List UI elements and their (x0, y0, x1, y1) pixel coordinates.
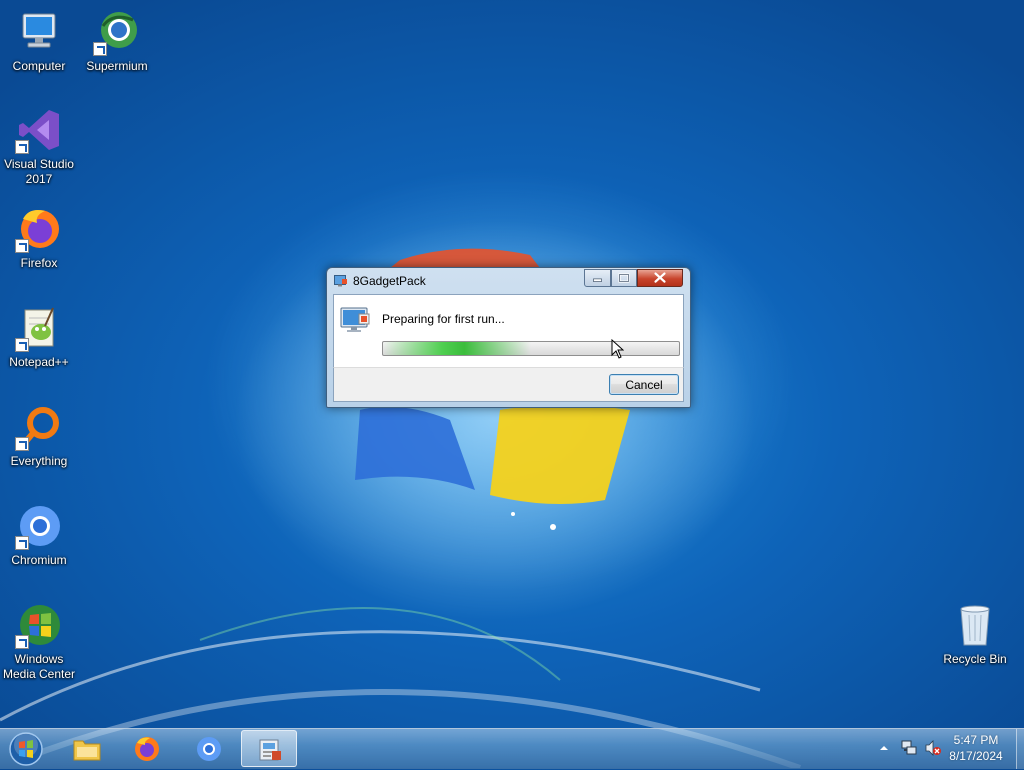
installer-monitor-icon (340, 307, 370, 332)
shortcut-arrow-icon (93, 42, 107, 56)
desktop-icon-label: Computer (12, 59, 66, 73)
maximize-button[interactable] (611, 269, 637, 287)
taskbar-file-explorer[interactable] (59, 730, 115, 767)
taskbar-8gadgetpack[interactable] (241, 730, 297, 767)
firefox-icon (15, 205, 63, 253)
desktop-icon-everything[interactable]: Everything (1, 403, 77, 469)
desktop-icon-label: Windows Media Center (2, 652, 76, 681)
windows-media-center-icon (15, 601, 63, 649)
chromium-icon (197, 737, 221, 761)
desktop-icon-label: Visual Studio 2017 (4, 157, 74, 186)
shortcut-arrow-icon (15, 140, 29, 154)
desktop-icon-computer[interactable]: Computer (1, 8, 77, 74)
visual-studio-icon (15, 106, 63, 154)
desktop-icon-chromium[interactable]: Chromium (1, 502, 77, 568)
desktop-icon-visual-studio[interactable]: Visual Studio 2017 (1, 106, 77, 187)
minimize-button[interactable] (584, 269, 611, 287)
desktop-icon-label: Notepad++ (9, 355, 69, 369)
everything-search-icon (15, 403, 63, 451)
desktop-icon-label: Firefox (20, 256, 58, 270)
shortcut-arrow-icon (15, 536, 29, 550)
shortcut-arrow-icon (15, 635, 29, 649)
8gadgetpack-installer-icon (259, 739, 281, 761)
file-explorer-icon (73, 740, 101, 761)
progress-bar (382, 341, 680, 356)
computer-icon (15, 8, 63, 56)
desktop-icon-label: Everything (10, 454, 68, 468)
desktop-icon-firefox[interactable]: Firefox (1, 205, 77, 271)
status-message: Preparing for first run... (382, 312, 505, 326)
close-button[interactable] (637, 269, 683, 287)
dialog-titlebar[interactable]: 8GadgetPack (327, 268, 690, 294)
start-button[interactable] (6, 731, 46, 767)
minimize-icon (593, 278, 602, 282)
maximize-icon (618, 273, 630, 283)
dialog-title: 8GadgetPack (353, 274, 426, 288)
dialog-content: Preparing for first run... (333, 294, 684, 368)
desktop-icon-label: Supermium (86, 59, 148, 73)
shortcut-arrow-icon (15, 437, 29, 451)
desktop-icon-recycle-bin[interactable]: Recycle Bin (937, 601, 1013, 667)
desktop-icon-supermium[interactable]: Supermium (79, 8, 155, 74)
shortcut-arrow-icon (15, 239, 29, 253)
installer-dialog: 8GadgetPack Preparing for first run... C… (326, 267, 691, 408)
taskbar-chromium[interactable] (181, 730, 237, 767)
supermium-icon (93, 8, 141, 56)
desktop-icon-windows-media-center[interactable]: Windows Media Center (1, 601, 77, 682)
close-icon (654, 272, 666, 283)
8gadgetpack-icon (334, 275, 347, 287)
mouse-cursor-icon (611, 339, 624, 359)
firefox-icon (135, 737, 159, 761)
taskbar: 5:47 PM 8/17/2024 (0, 728, 1024, 769)
desktop-icon-label: Chromium (11, 553, 67, 567)
dialog-footer: Cancel (333, 367, 684, 402)
recycle-bin-icon (951, 601, 999, 649)
progress-bar-fill (383, 342, 531, 355)
taskbar-firefox[interactable] (119, 730, 175, 767)
desktop-icon-label: Recycle Bin (943, 652, 1007, 666)
show-hidden-icons-icon[interactable] (878, 743, 890, 753)
cancel-button[interactable]: Cancel (609, 374, 679, 395)
chromium-icon (15, 502, 63, 550)
start-orb-icon (9, 732, 43, 766)
desktop-icon-notepadpp[interactable]: Notepad++ (1, 304, 77, 370)
taskbar-clock[interactable]: 5:47 PM 8/17/2024 (940, 732, 1012, 764)
notepadpp-icon (15, 304, 63, 352)
shortcut-arrow-icon (15, 338, 29, 352)
clock-time: 5:47 PM (953, 733, 999, 747)
clock-date: 8/17/2024 (949, 749, 1003, 763)
show-desktop-button[interactable] (1016, 729, 1024, 769)
network-icon[interactable] (900, 739, 918, 757)
